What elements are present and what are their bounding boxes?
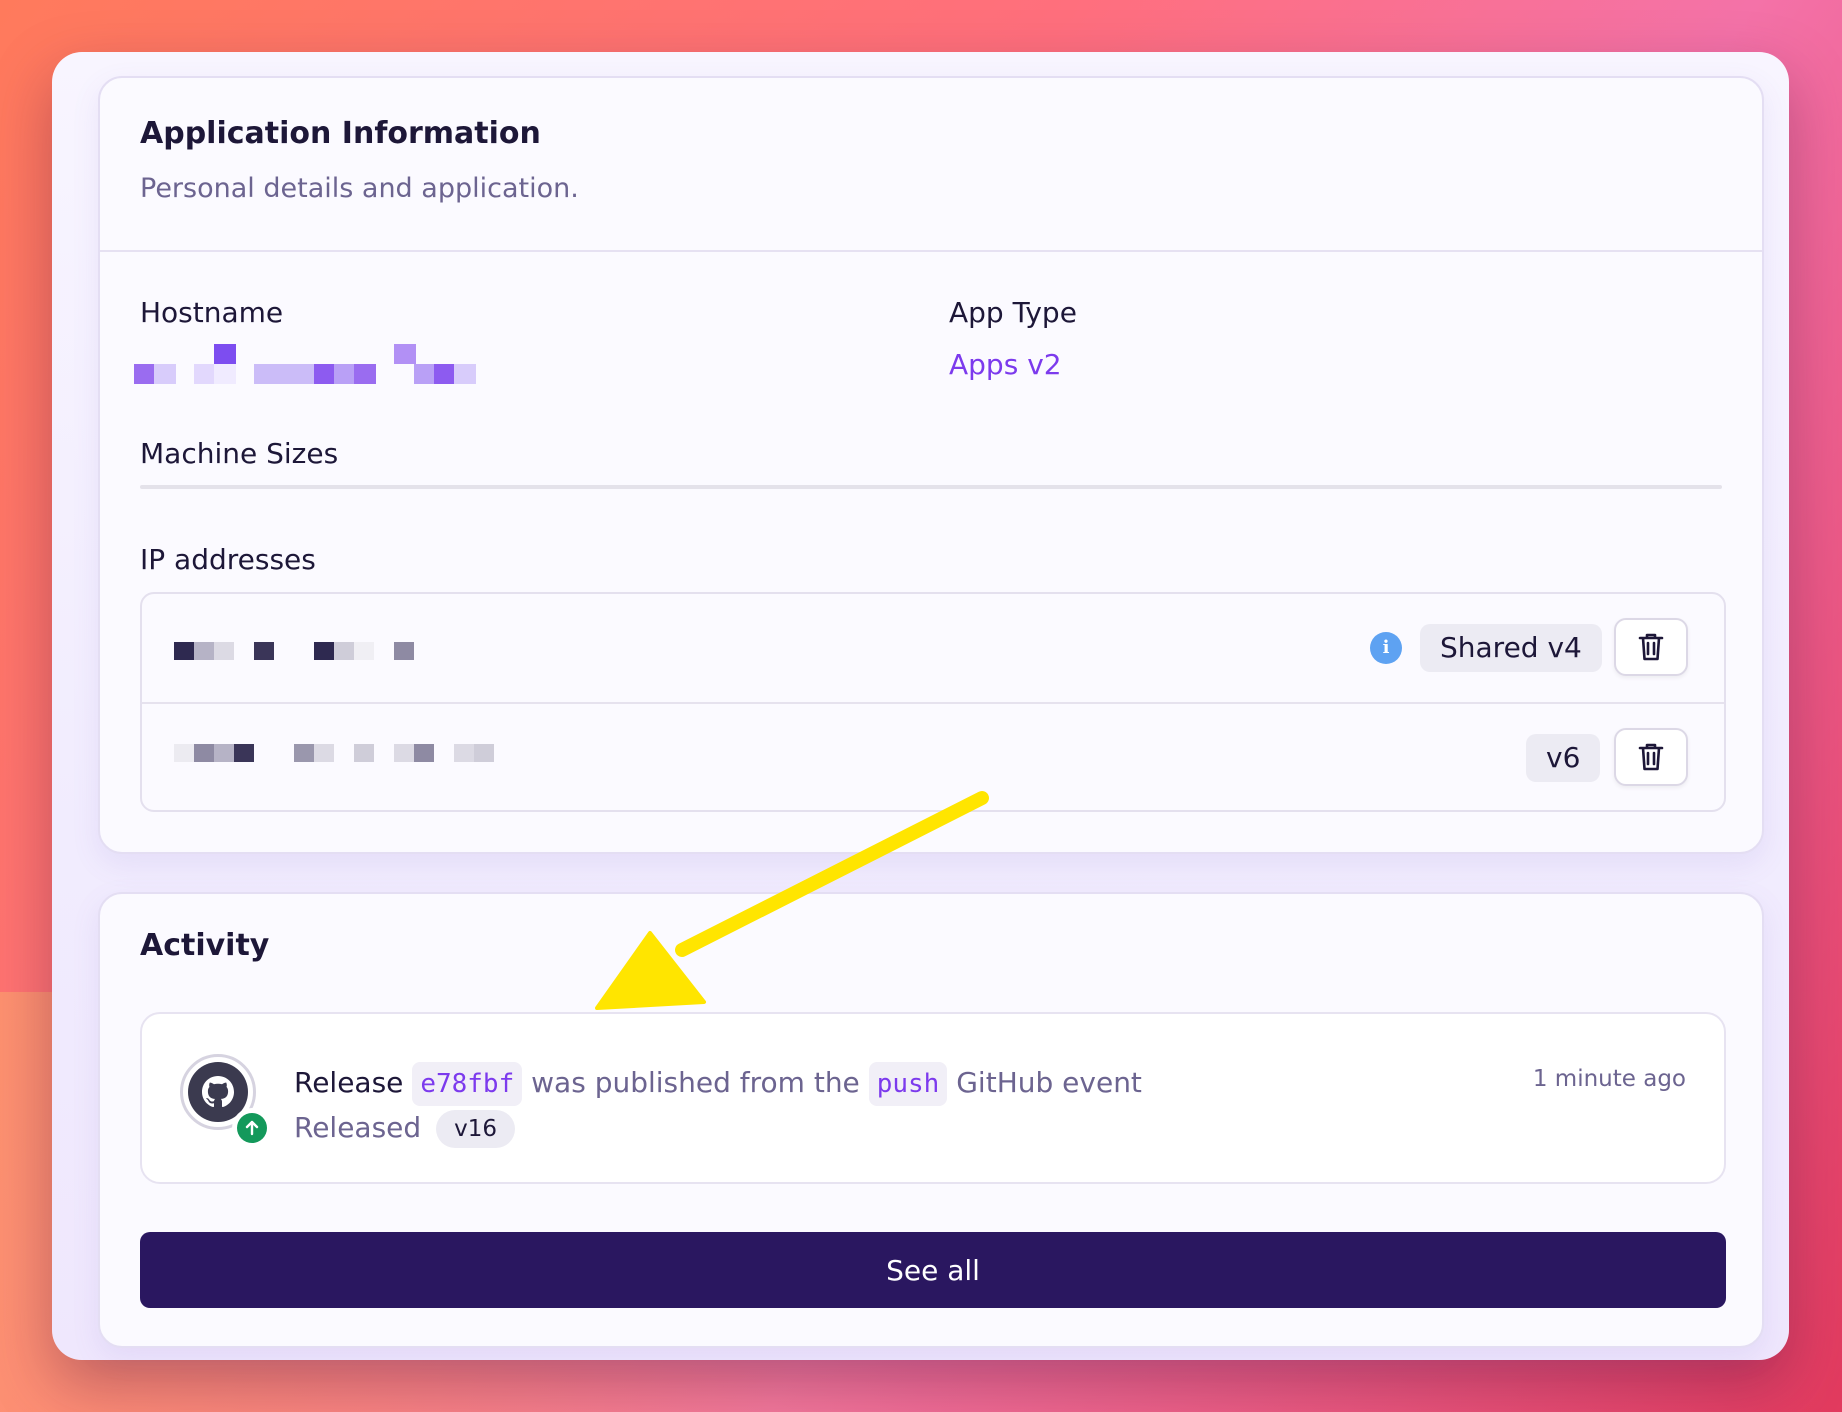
status-text: Released	[294, 1111, 422, 1144]
hostname-label: Hostname	[140, 296, 284, 329]
activity-description: Release e78fbf was published from the pu…	[294, 1060, 1142, 1106]
activity-tail-text: GitHub event	[956, 1066, 1142, 1099]
ip-addresses-table: i Shared v4 v6	[140, 592, 1726, 812]
github-icon	[202, 1076, 234, 1108]
app-window: Application Information Personal details…	[52, 52, 1789, 1360]
machine-sizes-label: Machine Sizes	[140, 437, 339, 470]
card-title: Application Information	[140, 116, 541, 151]
app-type-label: App Type	[949, 296, 1077, 329]
trash-icon	[1638, 743, 1664, 771]
activity-timestamp: 1 minute ago	[1532, 1066, 1686, 1092]
status-indicator	[232, 1108, 272, 1148]
application-information-card: Application Information Personal details…	[98, 76, 1764, 854]
ip-addresses-label: IP addresses	[140, 543, 316, 576]
machine-sizes-divider	[140, 485, 1722, 489]
ip-type-badge: Shared v4	[1420, 624, 1602, 672]
trash-icon	[1638, 633, 1664, 661]
activity-middle-text: was published from the	[531, 1066, 860, 1099]
version-pill: v16	[436, 1110, 515, 1148]
activity-item: Release e78fbf was published from the pu…	[140, 1012, 1726, 1184]
ip-row-v6: v6	[142, 704, 1724, 812]
info-icon[interactable]: i	[1370, 632, 1402, 664]
activity-status: Released v16	[294, 1108, 515, 1148]
delete-ip-button[interactable]	[1614, 728, 1688, 786]
delete-ip-button[interactable]	[1614, 618, 1688, 676]
app-type-link[interactable]: Apps v2	[949, 348, 1062, 381]
see-all-button[interactable]: See all	[140, 1232, 1726, 1308]
arrow-up-circle-icon	[245, 1120, 259, 1136]
divider	[100, 250, 1762, 252]
commit-hash: e78fbf	[412, 1062, 523, 1106]
ip-type-badge: v6	[1526, 734, 1601, 782]
release-word: Release	[294, 1066, 404, 1099]
card-subtitle: Personal details and application.	[140, 173, 579, 204]
event-name: push	[868, 1062, 948, 1106]
activity-title: Activity	[140, 928, 270, 963]
activity-card: Activity Release e78fbf was published fr…	[98, 892, 1764, 1348]
ip-row-v4: i Shared v4	[142, 594, 1724, 704]
